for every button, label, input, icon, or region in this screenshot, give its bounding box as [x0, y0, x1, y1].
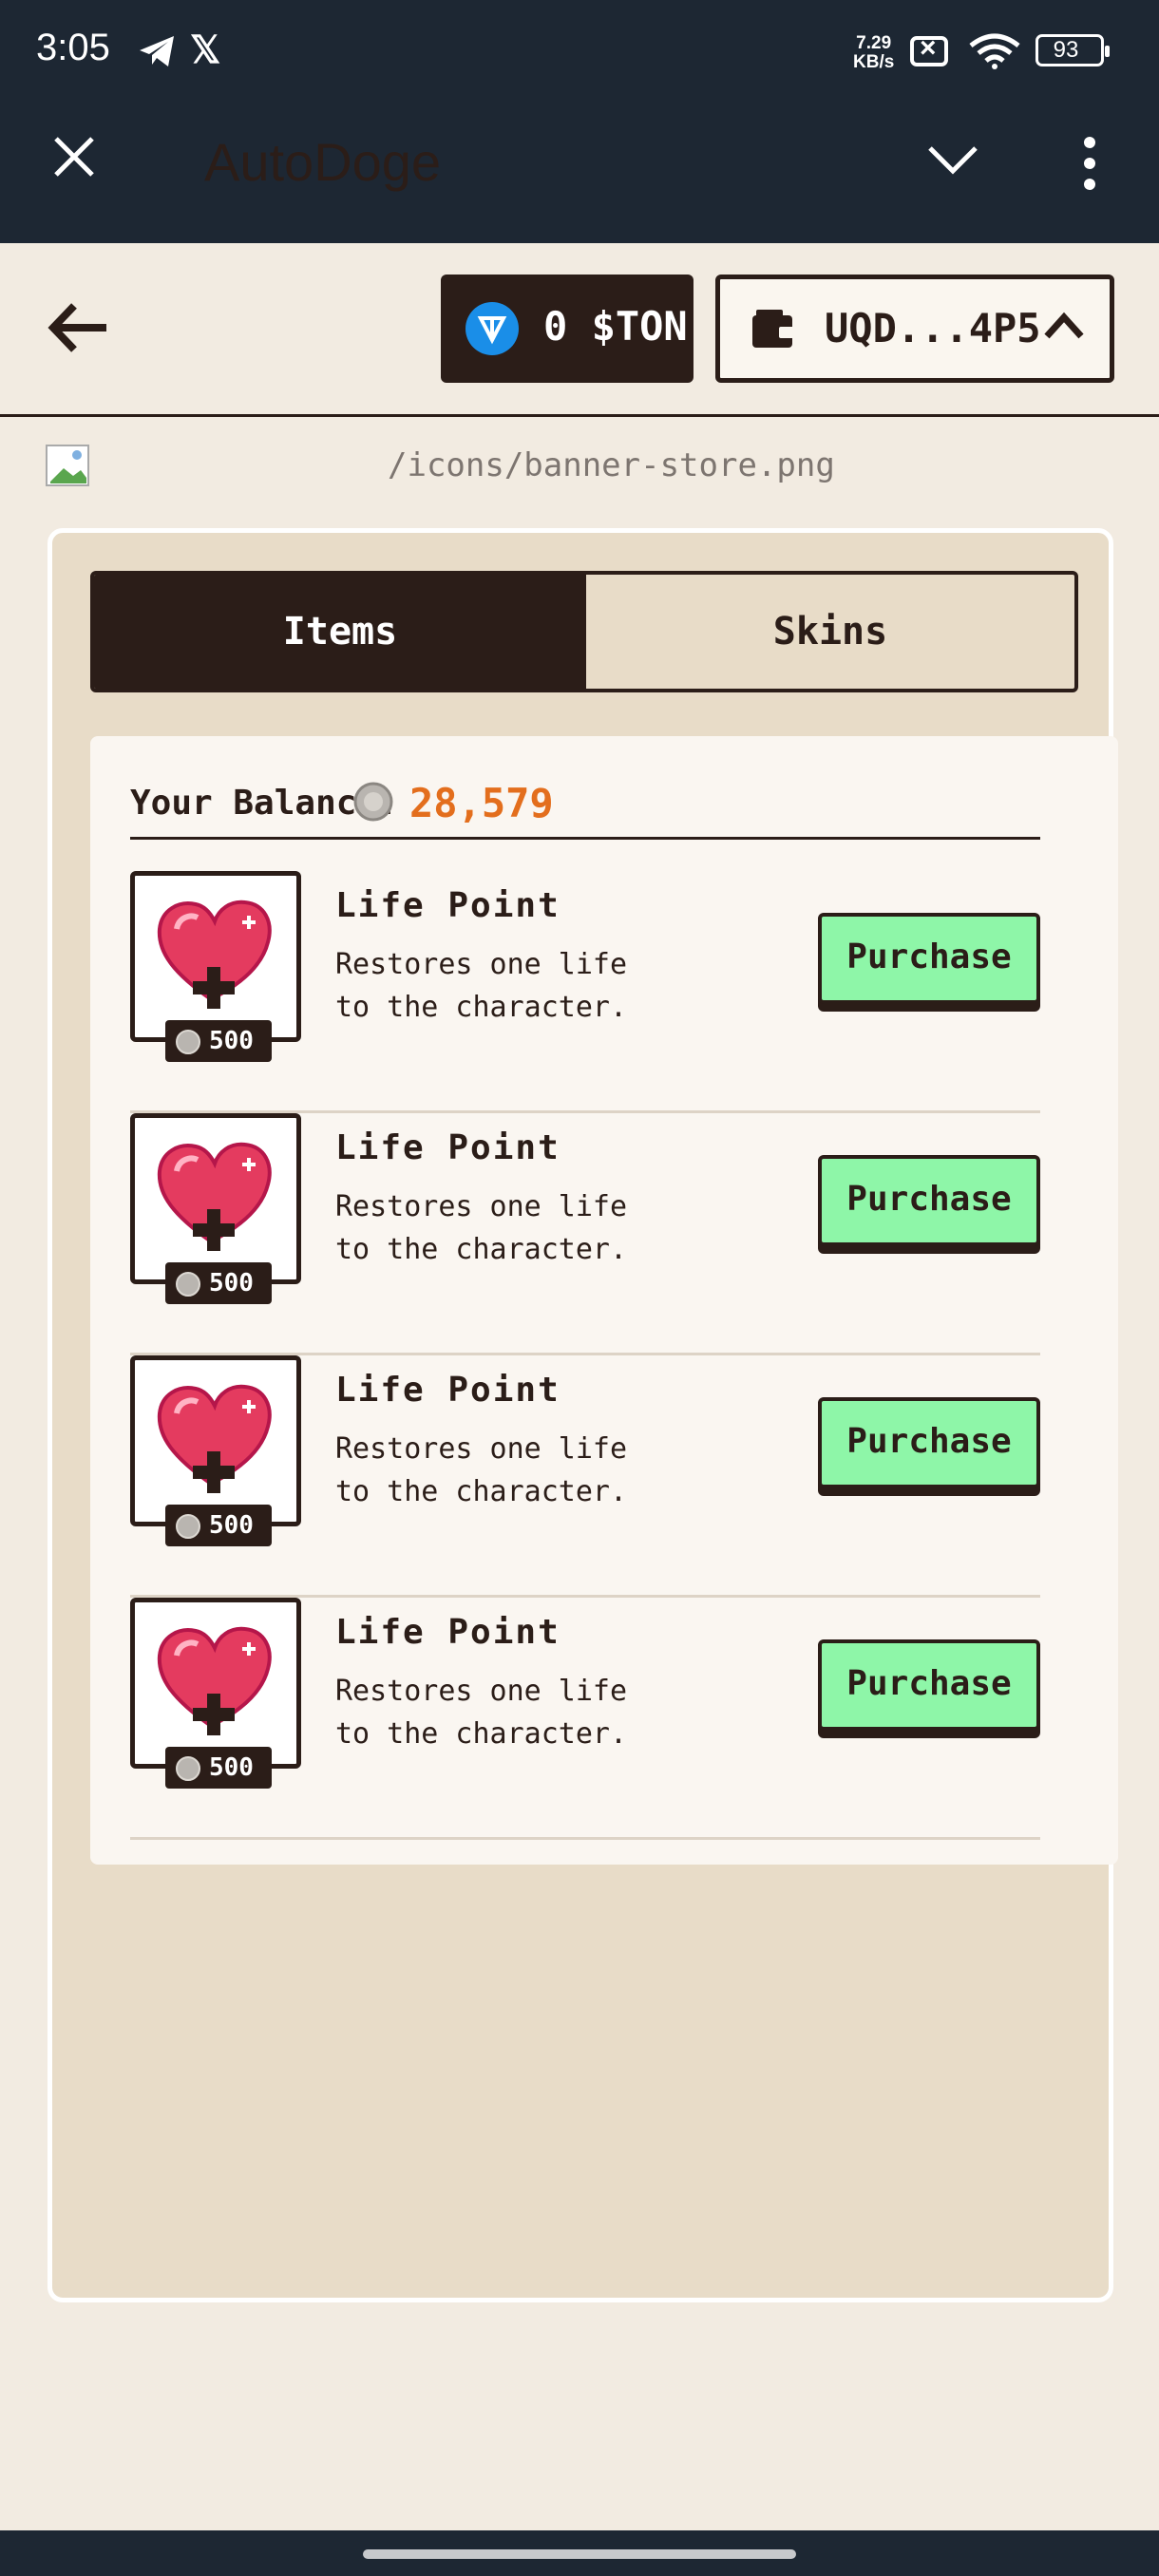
item-thumbnail: 500: [130, 1355, 301, 1546]
gesture-home-bar: [0, 2530, 1159, 2576]
item-price: 500: [209, 1753, 254, 1782]
coin-icon: [176, 1514, 200, 1539]
heart-plus-icon: [157, 1384, 272, 1493]
balance-divider: [130, 837, 1040, 840]
purchase-button[interactable]: Purchase: [818, 1155, 1040, 1246]
status-time: 3:05: [36, 27, 110, 68]
more-options-icon[interactable]: [1078, 137, 1101, 190]
price-badge: 500: [165, 1747, 272, 1789]
x-app-icon: 𝕏: [190, 29, 221, 71]
balance-value: 28,579: [409, 780, 554, 826]
purchase-button[interactable]: Purchase: [818, 1397, 1040, 1488]
battery-icon: 93: [1036, 34, 1110, 66]
item-name: Life Point: [335, 1371, 560, 1410]
wallet-icon: [752, 310, 796, 348]
item-thumbnail: 500: [130, 1598, 301, 1789]
price-badge: 500: [165, 1505, 272, 1546]
ton-icon: [466, 302, 519, 355]
network-speed: 7.29 KB/s: [853, 33, 895, 72]
wallet-button[interactable]: UQD...4P5: [715, 275, 1114, 383]
chevron-down-icon[interactable]: [926, 142, 979, 177]
list-item: 500 Life Point Restores one life to the …: [130, 1355, 1040, 1598]
item-price: 500: [209, 1269, 254, 1297]
item-thumbnail: 500: [130, 871, 301, 1062]
close-icon[interactable]: [52, 135, 96, 179]
item-price: 500: [209, 1027, 254, 1055]
item-description: Restores one life to the character.: [335, 948, 628, 1024]
items-card: Your Balance: 28,579 500 Life Point Rest…: [90, 736, 1118, 1865]
wifi-icon: [969, 33, 1020, 69]
broken-image-icon: [46, 445, 89, 486]
app-title: AutoDoge: [204, 132, 442, 192]
wallet-address: UQD...4P5: [825, 305, 1041, 351]
store-panel: Items Skins Your Balance: 28,579 500 Lif…: [48, 528, 1118, 2302]
coin-icon: [176, 1756, 200, 1781]
item-description: Restores one life to the character.: [335, 1675, 628, 1751]
store-tabs: Items Skins: [90, 571, 1078, 692]
ton-balance-label: 0 $TON: [543, 303, 688, 350]
coin-icon: [176, 1030, 200, 1054]
price-badge: 500: [165, 1020, 272, 1062]
coin-icon: [176, 1272, 200, 1297]
tab-skins[interactable]: Skins: [586, 575, 1074, 689]
coin-icon: [353, 782, 393, 822]
item-thumbnail: 500: [130, 1113, 301, 1304]
item-price: 500: [209, 1511, 254, 1540]
list-item: 500 Life Point Restores one life to the …: [130, 871, 1040, 1113]
item-description: Restores one life to the character.: [335, 1432, 628, 1508]
back-arrow-icon[interactable]: [48, 302, 110, 353]
purchase-button[interactable]: Purchase: [818, 1639, 1040, 1731]
item-description: Restores one life to the character.: [335, 1190, 628, 1266]
item-name: Life Point: [335, 1613, 560, 1652]
header-divider: [0, 414, 1159, 417]
no-sim-icon: [910, 32, 948, 66]
app-bar: [0, 104, 1159, 243]
telegram-icon: [140, 36, 174, 66]
ton-balance-button[interactable]: 0 $TON: [441, 275, 694, 383]
list-item: 500 Life Point Restores one life to the …: [130, 1598, 1040, 1840]
price-badge: 500: [165, 1262, 272, 1304]
list-item: 500 Life Point Restores one life to the …: [130, 1113, 1040, 1355]
chevron-up-icon: [1044, 312, 1084, 339]
tab-items[interactable]: Items: [94, 575, 586, 689]
heart-plus-icon: [157, 1626, 272, 1735]
status-bar: 3:05 𝕏 7.29 KB/s 93: [0, 0, 1159, 104]
banner-alt-text: /icons/banner-store.png: [388, 446, 835, 484]
heart-plus-icon: [157, 1142, 272, 1251]
item-name: Life Point: [335, 886, 560, 925]
item-name: Life Point: [335, 1128, 560, 1167]
heart-plus-icon: [157, 900, 272, 1009]
purchase-button[interactable]: Purchase: [818, 913, 1040, 1004]
